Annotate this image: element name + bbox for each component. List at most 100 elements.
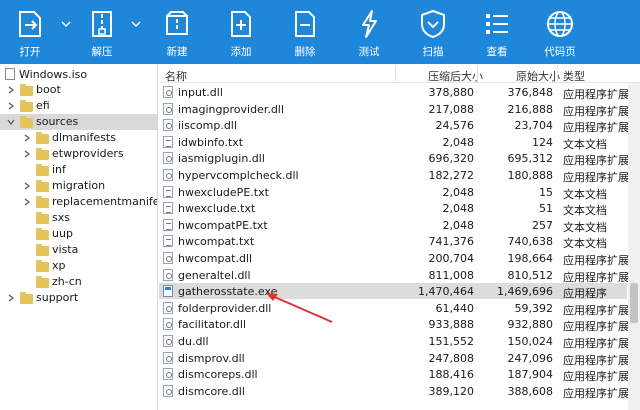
txt-file-icon	[163, 202, 173, 215]
file-row[interactable]: du.dll 151,552 150,024 应用程序扩展	[159, 333, 629, 350]
file-row[interactable]: facilitator.dll 933,888 932,880 应用程序扩展	[159, 316, 629, 334]
tree-item-etwproviders[interactable]: etwproviders	[0, 146, 157, 162]
tree-item-replacementmanifests[interactable]: replacementmanifests	[0, 194, 157, 210]
file-name: hwexcludePE.txt	[178, 185, 269, 199]
tree-item-efi[interactable]: efi	[0, 98, 157, 114]
file-row[interactable]: hypervcomplcheck.dll 182,272 180,888 应用程序扩展	[159, 167, 629, 184]
folder-icon	[36, 180, 49, 192]
original-size: 740,638	[507, 235, 554, 249]
column-header-compressed-size[interactable]: 压缩后大小	[428, 68, 483, 84]
original-size: 810,512	[507, 268, 554, 282]
test-icon	[362, 10, 377, 38]
tree-root-windows-iso[interactable]: Windows.iso	[0, 66, 157, 82]
file-row[interactable]: hwcompatPE.txt 2,048 257 文本文档	[159, 217, 627, 234]
open-button[interactable]: 打开	[2, 0, 58, 64]
txt-file-icon	[163, 218, 173, 231]
file-row[interactable]: hwexclude.txt 2,048 51 文本文档	[159, 200, 627, 217]
new-button[interactable]: 新建	[149, 0, 205, 64]
chevron-right-icon[interactable]	[22, 133, 32, 143]
file-row[interactable]: generaltel.dll 811,008 810,512 应用程序扩展	[159, 267, 629, 284]
vertical-scrollbar[interactable]	[628, 83, 640, 410]
extract-button[interactable]: 解压	[74, 0, 130, 64]
file-type: 应用程序扩展	[563, 320, 629, 334]
file-row[interactable]: iasmigplugin.dll 696,320 695,312 应用程序扩展	[159, 150, 629, 167]
chevron-right-icon[interactable]	[6, 85, 16, 95]
compressed-size: 217,088	[428, 102, 475, 116]
original-size: 388,608	[507, 384, 554, 398]
chevron-right-icon[interactable]	[22, 181, 32, 191]
tree-item-xp[interactable]: xp	[0, 258, 157, 274]
view-button[interactable]: 查看	[469, 0, 525, 64]
chevron-right-icon[interactable]	[22, 197, 32, 207]
codepage-button[interactable]: 代码页	[532, 0, 588, 64]
file-row[interactable]: dismcore.dll 389,120 388,608 应用程序扩展	[159, 383, 629, 400]
compressed-size: 188,416	[428, 368, 475, 382]
dll-file-icon	[163, 351, 173, 364]
compressed-size: 151,552	[428, 335, 475, 348]
extract-dropdown-chevron-icon[interactable]	[130, 18, 142, 30]
file-name: hypervcomplcheck.dll	[178, 169, 299, 182]
folder-tree: Windows.iso boot efi sources dlmanifests etw…	[0, 64, 158, 410]
original-size: 23,704	[514, 119, 554, 133]
file-row[interactable]: folderprovider.dll 61,440 59,392 应用程序扩展	[159, 300, 629, 317]
file-name: hwcompat.dll	[178, 252, 253, 265]
tree-item-uup[interactable]: uup	[0, 226, 157, 242]
file-type: 应用程序扩展	[563, 353, 629, 367]
file-row[interactable]: imagingprovider.dll 217,088 216,888 应用程序扩展	[159, 101, 629, 118]
file-row[interactable]: dismprov.dll 247,808 247,096 应用程序扩展	[159, 350, 629, 367]
column-header-original-size[interactable]: 原始大小	[516, 68, 560, 84]
scan-button[interactable]: 扫描	[405, 0, 461, 64]
compressed-size: 200,704	[428, 252, 475, 265]
scrollbar-thumb[interactable]	[630, 283, 638, 323]
tree-item-zh-cn[interactable]: zh-cn	[0, 274, 157, 290]
compressed-size: 61,440	[435, 301, 475, 315]
original-size: 51	[539, 202, 553, 216]
tree-item-dlmanifests[interactable]: dlmanifests	[0, 130, 157, 146]
file-row[interactable]: gatherosstate.exe 1,470,464 1,469,696 应用程序	[159, 283, 627, 300]
file-row[interactable]: hwcompat.txt 741,376 740,638 文本文档	[159, 233, 627, 250]
file-name: input.dll	[178, 86, 223, 99]
column-header-name[interactable]: 名称	[165, 68, 187, 84]
delete-icon	[295, 11, 315, 37]
scan-label: 扫描	[422, 46, 444, 58]
chevron-right-icon[interactable]	[6, 293, 16, 303]
chevron-right-icon[interactable]	[6, 101, 16, 111]
tree-item-sources[interactable]: sources	[0, 114, 157, 130]
add-button[interactable]: 添加	[213, 0, 269, 64]
tree-item-label: sources	[36, 115, 79, 128]
file-row[interactable]: dismcoreps.dll 188,416 187,904 应用程序扩展	[159, 366, 629, 383]
original-size: 15	[539, 185, 553, 199]
chevron-right-icon[interactable]	[22, 149, 32, 159]
file-name: hwcompatPE.txt	[178, 218, 268, 232]
column-header-type[interactable]: 类型	[563, 68, 585, 84]
tree-item-inf[interactable]: inf	[0, 162, 157, 178]
file-row[interactable]: hwcompat.dll 200,704 198,664 应用程序扩展	[159, 250, 629, 267]
file-row[interactable]: input.dll 378,880 376,848 应用程序扩展	[159, 84, 629, 101]
file-type: 应用程序扩展	[563, 121, 629, 135]
tree-item-sxs[interactable]: sxs	[0, 210, 157, 226]
file-row[interactable]: idwbinfo.txt 2,048 124 文本文档	[159, 134, 627, 151]
tree-item-vista[interactable]: vista	[0, 242, 157, 258]
compressed-size: 378,880	[428, 86, 475, 99]
tree-item-label: efi	[36, 99, 50, 112]
tree-item-boot[interactable]: boot	[0, 82, 157, 98]
new-archive-icon	[166, 11, 188, 35]
test-button[interactable]: 测试	[341, 0, 397, 64]
delete-button[interactable]: 删除	[277, 0, 333, 64]
compressed-size: 2,048	[442, 185, 475, 199]
tree-item-label: dlmanifests	[52, 131, 116, 144]
tree-item-support[interactable]: support	[0, 290, 157, 306]
file-name: dismcore.dll	[178, 384, 245, 398]
file-name: folderprovider.dll	[178, 301, 272, 315]
tree-item-migration[interactable]: migration	[0, 178, 157, 194]
open-dropdown-chevron-icon[interactable]	[60, 18, 72, 30]
dll-file-icon	[163, 119, 173, 132]
folder-icon	[36, 228, 49, 240]
extract-label: 解压	[91, 46, 113, 58]
file-row[interactable]: iiscomp.dll 24,576 23,704 应用程序扩展	[159, 117, 629, 135]
chevron-down-icon[interactable]	[6, 117, 16, 127]
file-row[interactable]: hwexcludePE.txt 2,048 15 文本文档	[159, 184, 627, 201]
codepage-label: 代码页	[544, 46, 576, 58]
file-name: dismcoreps.dll	[178, 368, 258, 382]
list-header: 名称 压缩后大小 原始大小 类型	[159, 64, 640, 83]
